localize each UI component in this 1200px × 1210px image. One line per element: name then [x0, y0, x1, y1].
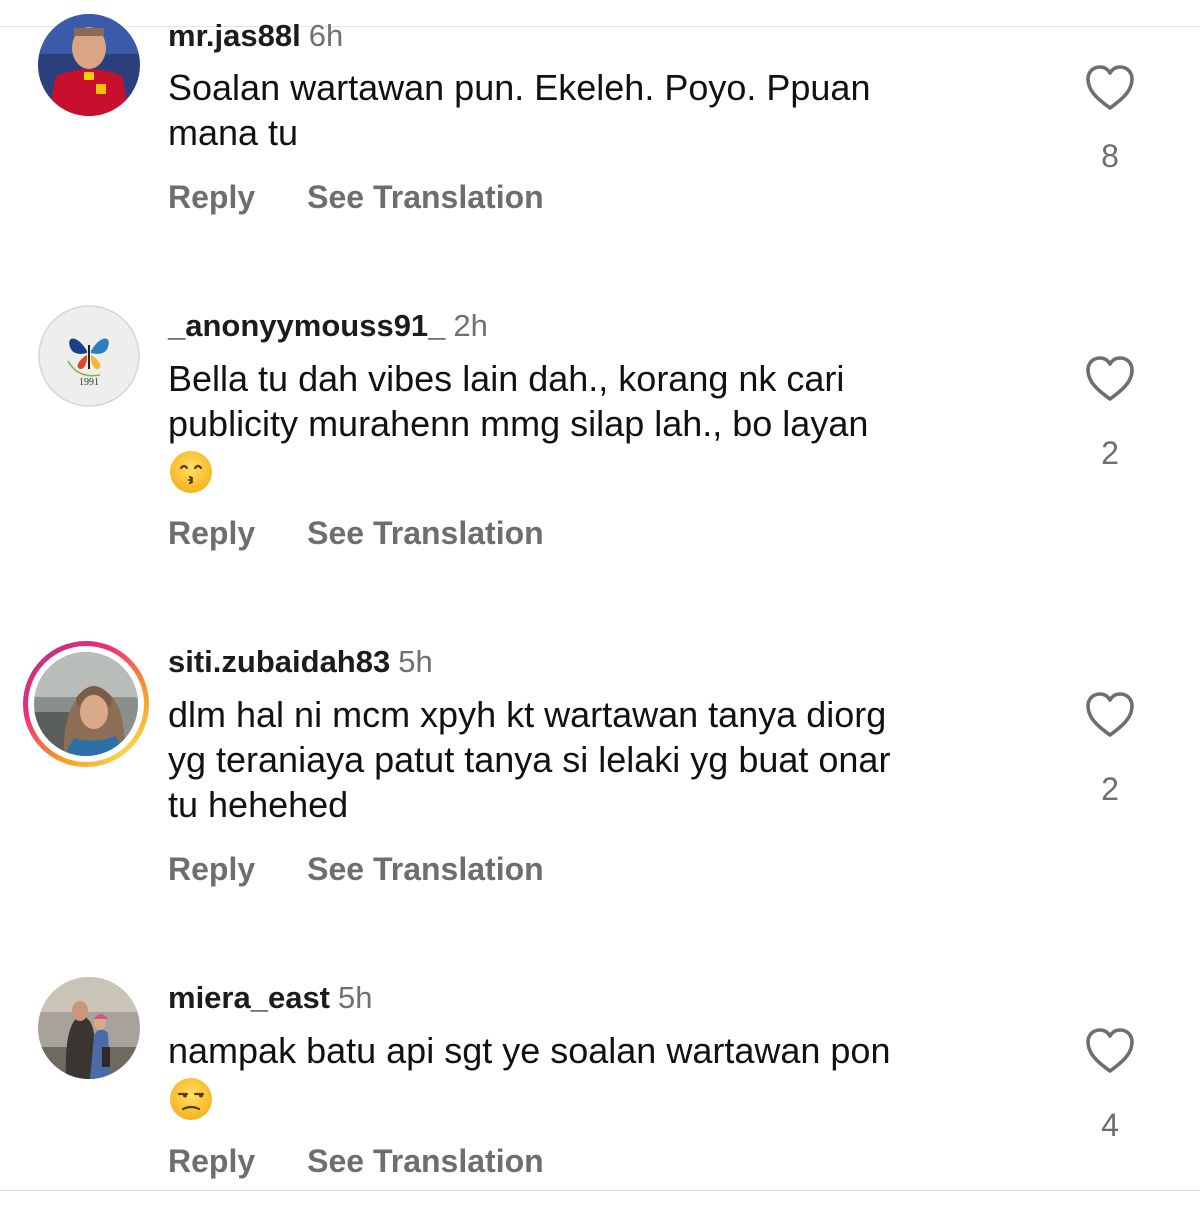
comment-header: siti.zubaidah83 5h	[168, 644, 433, 680]
username-link[interactable]: _anonyymouss91_	[168, 308, 445, 343]
comment-text-line: publicity murahenn mmg silap lah., bo la…	[168, 403, 869, 444]
comment-text: Bella tu dah vibes lain dah., korang nk …	[168, 356, 1048, 494]
comment-header: _anonyymouss91_ 2h	[168, 308, 488, 344]
timestamp: 2h	[453, 308, 488, 343]
comment-text-line: yg teraniaya patut tanya si lelaki yg bu…	[168, 739, 891, 780]
comment-text-line: tu hehehed	[168, 784, 349, 825]
see-translation-button[interactable]: See Translation	[307, 179, 544, 215]
like-column: 2	[1070, 355, 1150, 471]
see-translation-button[interactable]: See Translation	[307, 515, 544, 551]
svg-text:1991: 1991	[79, 377, 99, 388]
like-count: 2	[1101, 771, 1119, 807]
like-count: 4	[1101, 1107, 1119, 1143]
comment-actions: Reply See Translation	[168, 179, 544, 215]
comment-text-line: dlm hal ni mcm xpyh kt wartawan tanya di…	[168, 694, 887, 735]
timestamp: 6h	[308, 18, 344, 53]
like-count: 2	[1101, 435, 1119, 471]
avatar[interactable]: 1991	[38, 305, 140, 407]
see-translation-button[interactable]: See Translation	[307, 851, 544, 887]
comment-header: mr.jas88l 6h	[168, 18, 343, 54]
reply-button[interactable]: Reply	[168, 515, 255, 551]
comment-text-line: Soalan wartawan pun. Ekeleh. Poyo. Ppuan	[168, 67, 871, 108]
comment-actions: Reply See Translation	[168, 851, 544, 887]
see-translation-button[interactable]: See Translation	[307, 1143, 544, 1179]
comment-header: miera_east 5h	[168, 980, 373, 1016]
unamused-face-emoji	[170, 1078, 212, 1121]
kissing-face-emoji	[170, 451, 212, 494]
like-column: 4	[1070, 1027, 1150, 1143]
like-column: 8	[1070, 64, 1150, 174]
like-column: 2	[1070, 691, 1150, 807]
comment-actions: Reply See Translation	[168, 1143, 544, 1179]
reply-button[interactable]: Reply	[168, 851, 255, 887]
comment-text: nampak batu api sgt ye soalan wartawan p…	[168, 1028, 1048, 1121]
like-count: 8	[1101, 138, 1119, 174]
comment-text-line: Bella tu dah vibes lain dah., korang nk …	[168, 358, 845, 399]
username-link[interactable]: siti.zubaidah83	[168, 644, 390, 679]
comment-text: Soalan wartawan pun. Ekeleh. Poyo. Ppuan…	[168, 65, 1048, 155]
username-link[interactable]: mr.jas88l	[168, 18, 301, 53]
avatar[interactable]	[38, 14, 140, 116]
timestamp: 5h	[398, 644, 433, 679]
timestamp: 5h	[338, 980, 373, 1015]
comment-text: dlm hal ni mcm xpyh kt wartawan tanya di…	[168, 692, 1048, 827]
reply-button[interactable]: Reply	[168, 179, 255, 215]
reply-button[interactable]: Reply	[168, 1143, 255, 1179]
avatar[interactable]	[38, 977, 140, 1079]
heart-outline-icon[interactable]	[1084, 691, 1136, 739]
comment-text-line: mana tu	[168, 112, 299, 153]
avatar	[34, 652, 138, 756]
bottom-divider	[0, 1190, 1200, 1191]
username-link[interactable]: miera_east	[168, 980, 330, 1015]
heart-outline-icon[interactable]	[1084, 355, 1136, 403]
comment-actions: Reply See Translation	[168, 515, 544, 551]
comment-text-line: nampak batu api sgt ye soalan wartawan p…	[168, 1030, 891, 1071]
heart-outline-icon[interactable]	[1084, 1027, 1136, 1075]
heart-outline-icon[interactable]	[1084, 64, 1136, 112]
story-ring[interactable]	[23, 641, 149, 767]
